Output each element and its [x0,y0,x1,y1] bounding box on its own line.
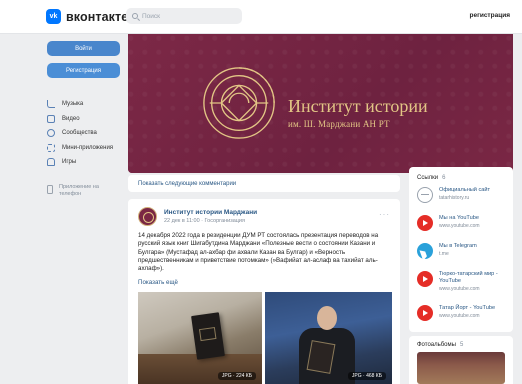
albums-title: Фотоальбомы [417,342,456,348]
music-icon [47,100,55,109]
links-title: Ссылки [417,175,439,181]
youtube-icon [417,271,433,287]
links-header[interactable]: Ссылки 6 [417,175,445,181]
register-link[interactable]: регистрация [470,12,510,19]
sidebar-menu: Музыка Видео Сообщества Мини-приложения … [47,97,113,170]
link-url: www.youtube.com [439,313,480,319]
institute-logo-icon [203,67,275,139]
link-url: www.youtube.com [439,223,480,229]
sidebar-item-games[interactable]: Игры [47,155,113,170]
video-icon [47,114,55,123]
photo-book [191,312,225,360]
vk-logo[interactable]: vk вконтакте [46,9,128,24]
sidebar-item-apps[interactable]: Мини-приложения [47,141,113,156]
sidebar-item-label: Видео [62,115,80,122]
youtube-icon [417,305,433,321]
sidebar-item-label: Сообщества [62,130,97,137]
sidebar-item-groups[interactable]: Сообщества [47,126,113,141]
link-url: www.youtube.com [439,286,480,292]
logo-text: вконтакте [66,9,129,24]
sidebar-item-label: Мини-приложения [62,144,114,151]
groups-icon [47,129,55,138]
show-more-link[interactable]: Показать ещё [138,279,178,286]
mobile-apps-label: Приложение на телефон [59,184,99,197]
link-item[interactable]: Мы на YouTube www.youtube.com [417,215,511,237]
sidebar-item-label: Музыка [62,101,84,108]
photo-size-badge: JPG · 468 КБ [347,372,386,380]
link-item[interactable]: Мы в Telegram t.me [417,243,511,265]
cover-title: Институт истории [288,96,428,116]
link-item[interactable]: Тюрко-татарский мир - YouTube www.youtub… [417,271,511,293]
link-title: Мы в Telegram [439,243,477,249]
login-button[interactable]: Войти [47,41,120,56]
albums-header[interactable]: Фотоальбомы 5 [417,342,463,348]
link-title: Официальный сайт [439,187,491,193]
link-item[interactable]: Татар Йорт - YouTube www.youtube.com [417,305,511,327]
albums-count: 5 [459,342,464,348]
wall-post: Институт истории Марджани 22 дек в 11:00… [128,199,400,384]
photo-albums-block: Фотоальбомы 5 [409,336,513,384]
search-input[interactable]: Поиск [126,8,242,24]
sidebar-item-music[interactable]: Музыка [47,97,113,112]
phone-icon [47,185,53,194]
vk-logo-icon: vk [46,9,61,24]
cover-subtitle: им. Ш. Марджани АН РТ [288,119,390,129]
sidebar-item-label: Игры [62,159,77,166]
apps-icon [47,143,55,152]
games-icon [47,158,55,167]
youtube-icon [417,215,433,231]
links-block: Ссылки 6 Официальный сайт tatarhistory.ru… [409,167,513,332]
link-title: Мы на YouTube [439,215,479,221]
avatar[interactable] [138,207,157,226]
post-menu-icon[interactable]: ··· [379,210,390,219]
mobile-apps-link[interactable]: Приложение на телефон [47,184,115,198]
community-cover: Институт истории им. Ш. Марджани АН РТ [128,34,513,173]
links-count: 6 [442,175,446,181]
register-button[interactable]: Регистрация [47,63,120,78]
link-title: Тюрко-татарский мир - YouTube [439,271,498,284]
link-item[interactable]: Официальный сайт tatarhistory.ru [417,187,511,209]
post-text: 14 декабря 2022 года в резиденции ДУМ РТ… [138,232,379,273]
telegram-icon [417,243,433,259]
post-photo[interactable]: JPG · 468 КБ [265,292,392,384]
link-url: t.me [439,251,449,257]
top-bar: vk вконтакте Поиск регистрация [0,0,522,34]
post-meta: 22 дек в 11:00 · Госорганизация [164,218,245,224]
photo-size-badge: JPG · 224 КБ [217,372,256,380]
search-icon [132,13,138,19]
link-title: Татар Йорт - YouTube [439,305,496,311]
sidebar-item-video[interactable]: Видео [47,112,113,127]
site-icon [417,187,433,203]
photo-book [306,340,336,374]
album-thumbnail[interactable] [417,352,505,384]
person-head [317,306,337,330]
post-photo[interactable]: JPG · 224 КБ [138,292,262,384]
search-placeholder: Поиск [142,12,161,20]
link-url: tatarhistory.ru [439,195,470,201]
post-author[interactable]: Институт истории Марджани [164,209,257,216]
show-comments-button[interactable]: Показать следующие комментарии [128,175,400,192]
